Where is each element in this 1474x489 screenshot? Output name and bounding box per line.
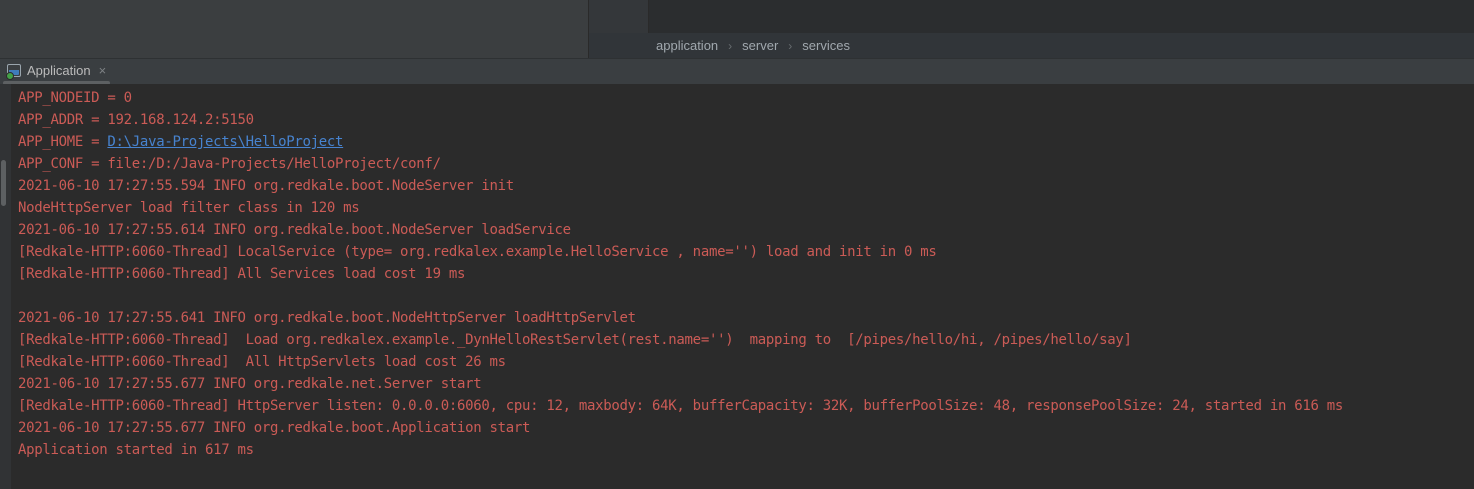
console-line: [Redkale-HTTP:6060-Thread] All HttpServl… — [18, 351, 1343, 373]
console-line: APP_CONF = file:/D:/Java-Projects/HelloP… — [18, 153, 1343, 175]
editor-pane-right — [649, 0, 1474, 33]
chevron-right-icon: › — [728, 39, 732, 53]
console-line — [18, 285, 1343, 307]
console-line: APP_NODEID = 0 — [18, 87, 1343, 109]
ide-window: application › server › services Application … — [0, 0, 1474, 489]
editor-pane-divider — [589, 0, 649, 33]
tab-application[interactable]: Application × — [3, 59, 110, 81]
file-link[interactable]: D:\Java-Projects\HelloProject — [107, 134, 343, 150]
breadcrumb: application › server › services — [589, 33, 1474, 58]
console-line: 2021-06-10 17:27:55.614 INFO org.redkale… — [18, 219, 1343, 241]
console-line: 2021-06-10 17:27:55.594 INFO org.redkale… — [18, 175, 1343, 197]
console-line: Application started in 617 ms — [18, 439, 1343, 461]
console-line: APP_ADDR = 192.168.124.2:5150 — [18, 109, 1343, 131]
scrollbar-thumb[interactable] — [1, 160, 6, 206]
chevron-right-icon: › — [788, 39, 792, 53]
running-badge-icon — [6, 72, 14, 80]
console-line: [Redkale-HTTP:6060-Thread] Load org.redk… — [18, 329, 1343, 351]
console-gutter — [0, 84, 11, 489]
console-line: 2021-06-10 17:27:55.641 INFO org.redkale… — [18, 307, 1343, 329]
console-panel: APP_NODEID = 0APP_ADDR = 192.168.124.2:5… — [0, 84, 1474, 489]
breadcrumb-item-server[interactable]: server — [742, 38, 778, 53]
console-line: [Redkale-HTTP:6060-Thread] All Services … — [18, 263, 1343, 285]
close-icon[interactable]: × — [99, 64, 107, 77]
console-line: [Redkale-HTTP:6060-Thread] HttpServer li… — [18, 395, 1343, 417]
console-line: APP_HOME = D:\Java-Projects\HelloProject — [18, 131, 1343, 153]
run-tab-bar: Application × — [0, 58, 1474, 85]
editor-pane-left — [0, 0, 589, 58]
console-line: 2021-06-10 17:27:55.677 INFO org.redkale… — [18, 417, 1343, 439]
console-output: APP_NODEID = 0APP_ADDR = 192.168.124.2:5… — [18, 87, 1343, 461]
tab-label: Application — [27, 63, 91, 78]
breadcrumb-item-services[interactable]: services — [802, 38, 850, 53]
console-line: 2021-06-10 17:27:55.677 INFO org.redkale… — [18, 373, 1343, 395]
run-console-icon — [7, 64, 21, 77]
console-text: APP_HOME = — [18, 134, 107, 150]
console-line: NodeHttpServer load filter class in 120 … — [18, 197, 1343, 219]
breadcrumb-item-application[interactable]: application — [656, 38, 718, 53]
console-line: [Redkale-HTTP:6060-Thread] LocalService … — [18, 241, 1343, 263]
